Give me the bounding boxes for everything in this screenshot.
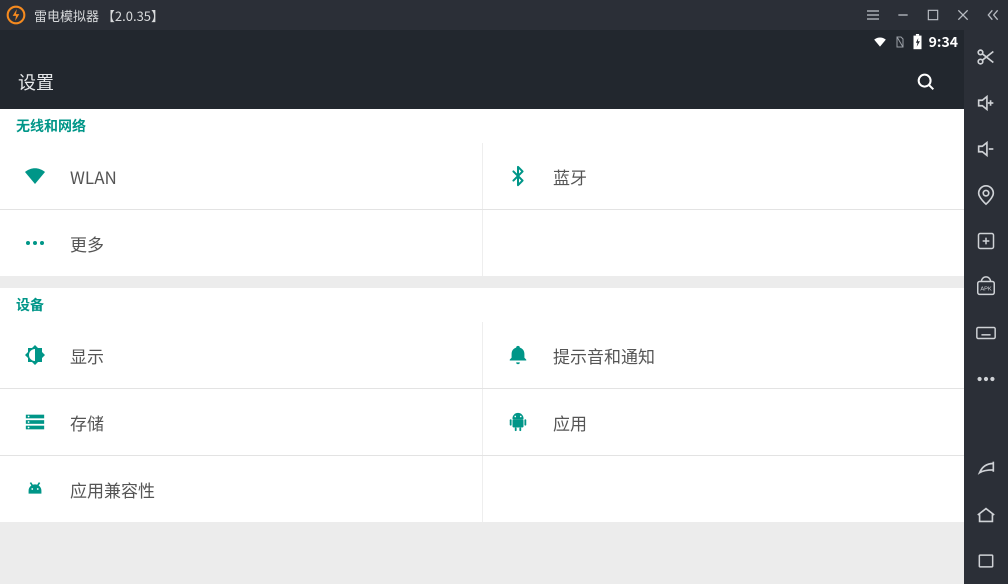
sim-status-icon [894, 35, 906, 49]
location-icon[interactable] [964, 172, 1008, 218]
status-clock: 9:34 [929, 32, 958, 52]
storage-icon [0, 411, 70, 433]
settings-item-storage[interactable]: 存储 [0, 389, 482, 455]
brightness-icon [0, 343, 70, 367]
bell-icon [483, 344, 553, 366]
settings-item-label: 更多 [70, 231, 104, 256]
settings-item-display[interactable]: 显示 [0, 322, 482, 388]
maximize-button[interactable] [918, 0, 948, 30]
nav-recent-icon[interactable] [964, 538, 1008, 584]
window-title: 雷电模拟器 【2.0.35】 [34, 6, 164, 25]
settings-item-label: 提示音和通知 [553, 343, 655, 368]
settings-item-empty [482, 456, 964, 522]
volume-down-icon[interactable] [964, 126, 1008, 172]
minimize-button[interactable] [888, 0, 918, 30]
android-statusbar: 9:34 [0, 30, 964, 54]
settings-item-sound[interactable]: 提示音和通知 [482, 322, 964, 388]
settings-item-more[interactable]: 更多 [0, 210, 482, 276]
menu-button[interactable] [858, 0, 888, 30]
page-title: 设置 [18, 69, 54, 95]
settings-item-label: 存储 [70, 410, 104, 435]
search-button[interactable] [906, 62, 946, 102]
more-icon[interactable] [964, 356, 1008, 402]
apk-install-icon[interactable]: APK [964, 264, 1008, 310]
settings-item-bluetooth[interactable]: 蓝牙 [482, 143, 964, 209]
section-header-device: 设备 [0, 288, 964, 322]
app-logo-icon [6, 5, 26, 25]
nav-back-icon[interactable] [964, 446, 1008, 492]
settings-item-apps[interactable]: 应用 [482, 389, 964, 455]
keyboard-icon[interactable] [964, 310, 1008, 356]
collapse-sidebar-button[interactable] [978, 0, 1008, 30]
side-toolbar: APK [964, 30, 1008, 584]
svg-text:APK: APK [980, 287, 992, 293]
settings-appbar: 设置 [0, 54, 964, 109]
nav-home-icon[interactable] [964, 492, 1008, 538]
more-horizontal-icon [0, 231, 70, 255]
wifi-status-icon [872, 35, 888, 49]
battery-status-icon [912, 34, 923, 50]
android-icon [483, 411, 553, 433]
android-screen: 9:34 设置 无线和网络 WLAN [0, 30, 964, 584]
settings-body: 无线和网络 WLAN 蓝牙 [0, 109, 964, 584]
settings-item-label: 应用 [553, 410, 587, 435]
settings-item-wlan[interactable]: WLAN [0, 143, 482, 209]
settings-item-label: 蓝牙 [553, 164, 587, 189]
settings-item-compat[interactable]: 应用兼容性 [0, 456, 482, 522]
bluetooth-icon [483, 165, 553, 187]
volume-up-icon[interactable] [964, 80, 1008, 126]
scissors-icon[interactable] [964, 34, 1008, 80]
section-header-wireless: 无线和网络 [0, 109, 964, 143]
window-titlebar: 雷电模拟器 【2.0.35】 [0, 0, 1008, 30]
settings-item-label: 应用兼容性 [70, 477, 155, 502]
android-head-icon [0, 478, 70, 500]
close-button[interactable] [948, 0, 978, 30]
wifi-icon [0, 164, 70, 188]
settings-item-empty [482, 210, 964, 276]
add-window-icon[interactable] [964, 218, 1008, 264]
settings-item-label: 显示 [70, 343, 104, 368]
settings-item-label: WLAN [70, 164, 117, 189]
